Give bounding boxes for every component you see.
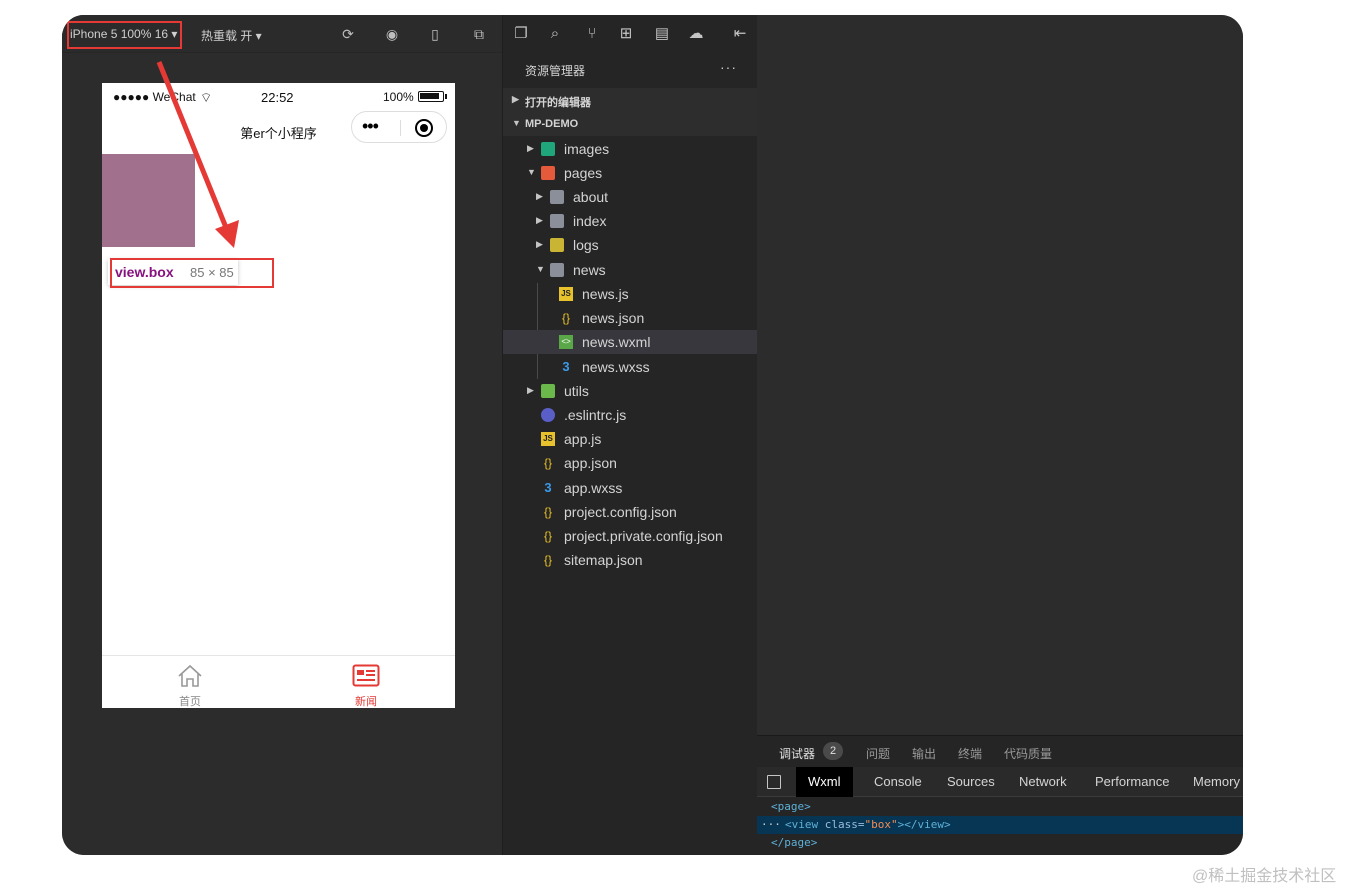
editor-area [757, 15, 1243, 735]
json-icon: {} [561, 311, 570, 325]
chevron-right-icon: ▶ [527, 143, 534, 153]
chevron-right-icon: ▶ [536, 215, 543, 225]
files-icon[interactable]: ❐ [511, 24, 531, 44]
tree-item-about[interactable]: ▶ about [503, 185, 758, 209]
tree-item-utils[interactable]: ▶ utils [503, 379, 758, 403]
chevron-down-icon: ▼ [527, 167, 536, 177]
tree-item-logs[interactable]: ▶ logs [503, 233, 758, 257]
json-icon: {} [543, 529, 552, 543]
folder-pages-icon [541, 166, 555, 180]
json-icon: {} [543, 456, 552, 470]
tree-item-index[interactable]: ▶ index [503, 209, 758, 233]
js-icon: JS [559, 287, 573, 301]
tree-item-project-config[interactable]: {} project.config.json [503, 500, 758, 524]
tab-debugger[interactable]: 调试器 [779, 745, 815, 762]
collapse-icon[interactable]: ⇤ [730, 24, 750, 44]
debugger-top-tabs: 调试器 2 问题 输出 终端 代码质量 [757, 736, 1243, 766]
css-icon: 3 [544, 480, 552, 495]
json-icon: {} [543, 553, 552, 567]
tab-terminal[interactable]: 终端 [958, 745, 982, 762]
home-icon [178, 664, 202, 687]
tab-memory[interactable]: Memory [1181, 767, 1243, 797]
tab-problems[interactable]: 问题 [866, 745, 890, 762]
chevron-down-icon: ▼ [536, 264, 545, 274]
news-icon [352, 664, 380, 687]
debugger-panel: 调试器 2 问题 输出 终端 代码质量 Wxml Console Sources… [757, 735, 1243, 855]
chevron-right-icon: ▶ [527, 385, 534, 395]
tree-item-app-wxss[interactable]: 3 app.wxss [503, 476, 758, 500]
search-icon[interactable]: ⌕ [545, 24, 565, 44]
chevron-down-icon: ▼ [512, 118, 521, 128]
tab-network[interactable]: Network [1007, 767, 1079, 797]
activity-bar: ❐ ⌕ ⑂ ⊞ ▤ ☁ ⇤ [503, 15, 758, 53]
tree-item-news-wxss[interactable]: 3 news.wxss [503, 355, 758, 379]
extensions-icon[interactable]: ⊞ [616, 24, 636, 44]
folder-images-icon [541, 142, 555, 156]
tab-bar: 首页 新闻 [102, 655, 455, 708]
debugger-badge: 2 [823, 742, 843, 760]
inspect-icon[interactable] [767, 775, 781, 789]
remote-icon[interactable]: ▤ [652, 24, 672, 44]
folder-utils-icon [541, 384, 555, 398]
tree-item-news[interactable]: ▼ news [503, 258, 758, 282]
debugger-panel-tabs: Wxml Console Sources Network Performance… [757, 767, 1243, 797]
project-label: MP-DEMO [525, 118, 579, 130]
eslint-icon [541, 408, 555, 422]
tree-item-app-json[interactable]: {} app.json [503, 451, 758, 475]
css-icon: 3 [562, 359, 570, 374]
tab-sources[interactable]: Sources [935, 767, 1007, 797]
watermark: @稀土掘金技术社区 [1192, 868, 1337, 885]
chevron-right-icon: ▶ [536, 191, 543, 201]
wxml-icon: <> [559, 335, 573, 349]
tree-item-pages[interactable]: ▼ pages [503, 161, 758, 185]
tree-item-app-js[interactable]: JS app.js [503, 427, 758, 451]
tree-item-eslintrc[interactable]: .eslintrc.js [503, 403, 758, 427]
tab-performance[interactable]: Performance [1083, 767, 1181, 797]
tree-item-news-json[interactable]: {} news.json [503, 306, 758, 330]
tab-wxml[interactable]: Wxml [796, 767, 853, 797]
js-icon: JS [541, 432, 555, 446]
project-section[interactable]: ▼ MP-DEMO [503, 112, 758, 136]
chevron-right-icon: ▶ [536, 239, 543, 249]
tree-item-news-js[interactable]: JS news.js [503, 282, 758, 306]
more-actions-icon[interactable]: ··· [720, 59, 737, 75]
tab-home[interactable]: 首页 [102, 656, 278, 709]
tree-item-project-private-config[interactable]: {} project.private.config.json [503, 524, 758, 548]
wxml-tree: <page> ··· <view class="box"></view> </p… [757, 798, 1243, 855]
explorer-panel: ❐ ⌕ ⑂ ⊞ ▤ ☁ ⇤ 资源管理器 ··· ▶ 打开的编辑器 ▼ MP-DE… [502, 15, 758, 855]
tree-item-sitemap[interactable]: {} sitemap.json [503, 548, 758, 572]
tree-item-images[interactable]: ▶ images [503, 137, 758, 161]
open-editors-section[interactable]: ▶ 打开的编辑器 [503, 88, 758, 112]
source-control-icon[interactable]: ⑂ [582, 24, 602, 44]
folder-icon [550, 190, 564, 204]
chevron-right-icon: ▶ [512, 94, 519, 104]
folder-logs-icon [550, 238, 564, 252]
open-editors-label: 打开的编辑器 [525, 97, 591, 109]
folder-icon [550, 214, 564, 228]
tab-code-quality[interactable]: 代码质量 [1004, 745, 1052, 762]
tree-item-news-wxml[interactable]: <> news.wxml [503, 330, 758, 354]
dom-node-view-box[interactable]: ··· <view class="box"></view> [757, 816, 1243, 834]
tab-label-home: 首页 [179, 696, 201, 708]
docker-icon[interactable]: ☁ [686, 24, 706, 44]
explorer-title: 资源管理器 [525, 64, 586, 78]
tab-output[interactable]: 输出 [912, 745, 936, 762]
dom-node-page-open[interactable]: <page> [757, 798, 1243, 816]
tab-label-news: 新闻 [355, 696, 377, 708]
devtools-window: iPhone 5 100% 16 ▾ 热重载 开 ▾ ⟳ ◉ ▯ ⧉ ●●●●●… [62, 15, 1243, 855]
json-icon: {} [543, 505, 552, 519]
simulator-panel: iPhone 5 100% 16 ▾ 热重载 开 ▾ ⟳ ◉ ▯ ⧉ ●●●●●… [62, 15, 502, 855]
annotation-arrow [156, 61, 239, 248]
tab-console[interactable]: Console [862, 767, 934, 797]
tab-news[interactable]: 新闻 [278, 656, 454, 709]
folder-open-icon [550, 263, 564, 277]
dom-node-page-close[interactable]: </page> [757, 834, 1243, 852]
